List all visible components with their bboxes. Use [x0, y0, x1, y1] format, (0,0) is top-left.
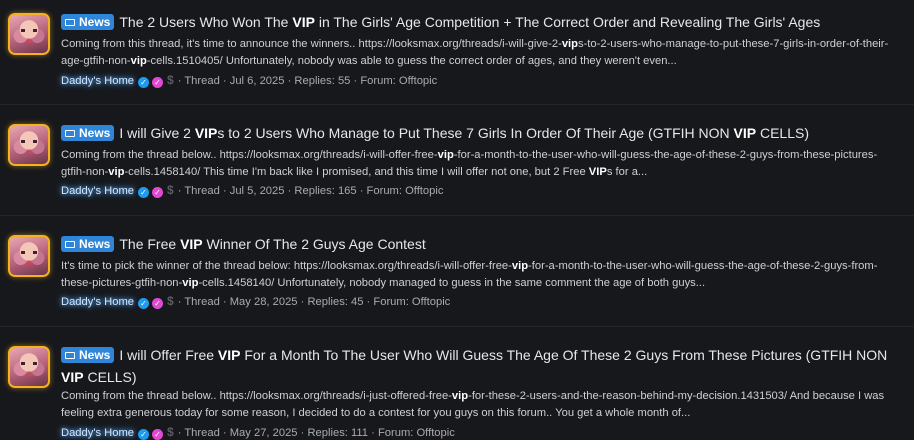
- result-title[interactable]: News I will Give 2 VIPs to 2 Users Who Ma…: [61, 122, 894, 144]
- verified-check-icon: ✓: [138, 77, 150, 88]
- avatar[interactable]: [8, 124, 50, 166]
- dollar-icon: $: [167, 294, 174, 308]
- avatar[interactable]: [8, 235, 50, 277]
- pink-check-icon: ✓: [152, 187, 164, 198]
- author-link[interactable]: Daddy's Home: [61, 296, 134, 308]
- news-badge: News: [61, 125, 115, 141]
- news-flag-icon: [65, 241, 75, 248]
- result-meta: Daddy's Home ✓ ✓ $ · Thread · May 28, 2025 ·…: [61, 294, 451, 309]
- author-link[interactable]: Daddy's Home: [61, 75, 134, 87]
- result-title[interactable]: News The 2 Users Who Won The VIP in The G…: [61, 11, 894, 33]
- news-flag-icon: [65, 19, 75, 26]
- result-snippet: Coming from the thread below.. https://l…: [61, 149, 878, 178]
- verified-check-icon: ✓: [138, 298, 150, 309]
- result-item: News I will Give 2 VIPs to 2 Users Who Ma…: [0, 105, 914, 216]
- pink-check-icon: ✓: [152, 77, 164, 88]
- author-link[interactable]: Daddy's Home: [61, 185, 134, 197]
- author-link[interactable]: Daddy's Home: [61, 427, 134, 439]
- result-meta: Daddy's Home ✓ ✓ $ · Thread · May 27, 2025 ·…: [61, 425, 455, 440]
- dollar-icon: $: [167, 425, 174, 439]
- result-snippet: It's time to pick the winner of the thre…: [61, 260, 878, 289]
- result-meta: Daddy's Home ✓ ✓ $ · Thread · Jul 5, 2025 · …: [61, 183, 444, 198]
- verified-check-icon: ✓: [138, 429, 150, 440]
- verified-check-icon: ✓: [138, 187, 150, 198]
- pink-check-icon: ✓: [152, 429, 164, 440]
- dollar-icon: $: [167, 73, 174, 87]
- result-item: News The 2 Users Who Won The VIP in The G…: [0, 0, 914, 105]
- result-title[interactable]: News I will Offer Free VIP For a Month To…: [61, 344, 894, 388]
- result-snippet: Coming from the thread below.. https://l…: [61, 390, 885, 419]
- news-flag-icon: [65, 352, 75, 359]
- avatar[interactable]: [8, 13, 50, 55]
- search-results-list: News The 2 Users Who Won The VIP in The G…: [0, 0, 914, 440]
- dollar-icon: $: [167, 183, 174, 197]
- news-flag-icon: [65, 130, 75, 137]
- result-meta: Daddy's Home ✓ ✓ $ · Thread · Jul 6, 2025 · …: [61, 73, 438, 88]
- result-title[interactable]: News The Free VIP Winner Of The 2 Guys Ag…: [61, 233, 894, 255]
- result-snippet: Coming from this thread, it's time to an…: [61, 38, 889, 67]
- pink-check-icon: ✓: [152, 298, 164, 309]
- result-item: News I will Offer Free VIP For a Month To…: [0, 327, 914, 440]
- avatar[interactable]: [8, 346, 50, 388]
- news-badge: News: [61, 347, 115, 363]
- news-badge: News: [61, 236, 115, 252]
- result-item: News The Free VIP Winner Of The 2 Guys Ag…: [0, 216, 914, 327]
- news-badge: News: [61, 14, 115, 30]
